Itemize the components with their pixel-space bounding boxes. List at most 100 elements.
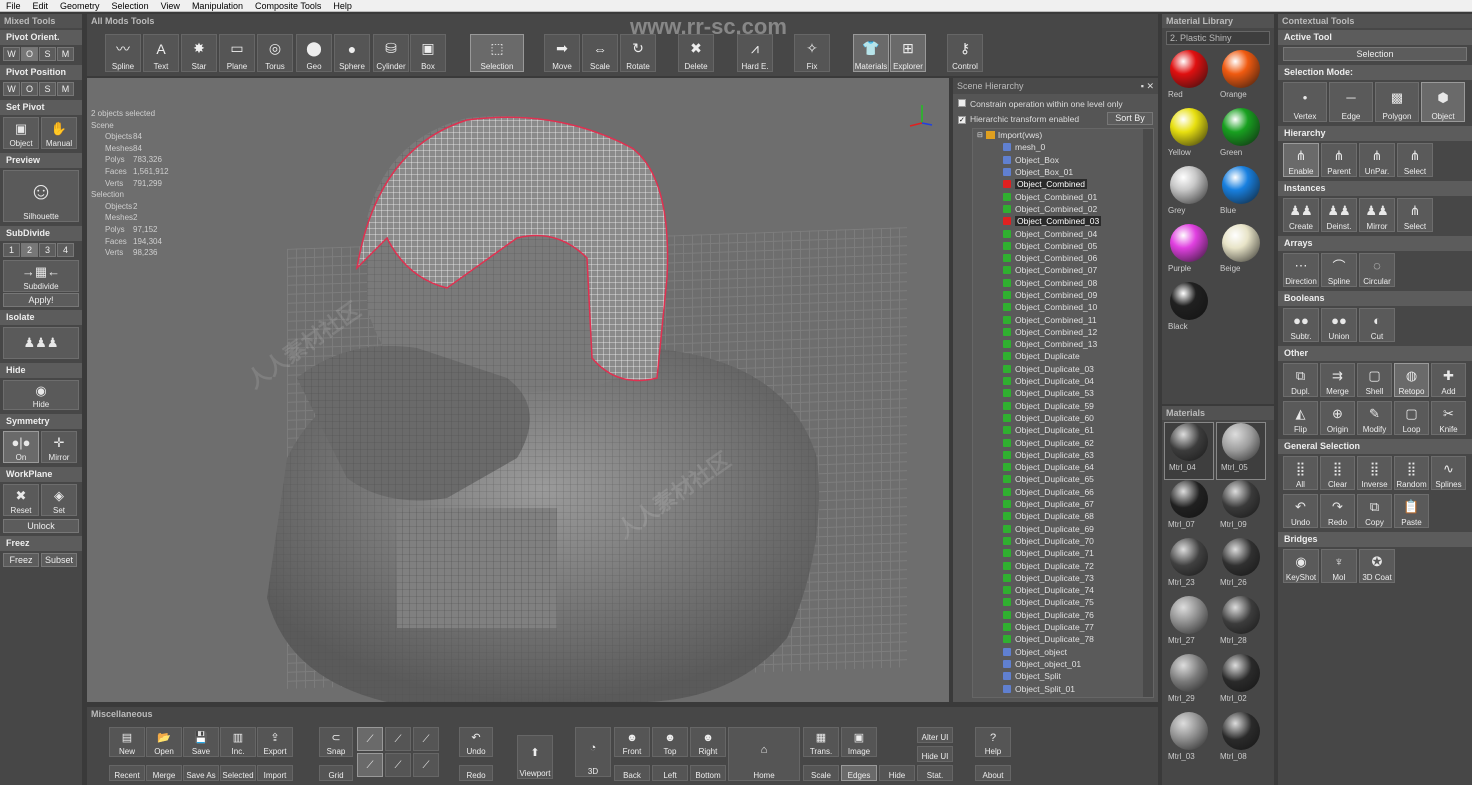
other1-shell-button[interactable]: ▢ Shell	[1357, 363, 1392, 397]
subset-button[interactable]: Subset	[41, 553, 77, 567]
file-export-button[interactable]: ⇪ Export	[257, 727, 293, 757]
symmetry-on-button[interactable]: ●|● On	[3, 431, 39, 463]
tree-item[interactable]: Object_Duplicate_71	[1003, 547, 1153, 559]
menu-edit[interactable]: Edit	[27, 0, 55, 12]
tree-item[interactable]: Object_Duplicate_67	[1003, 498, 1153, 510]
sort-by-button[interactable]: Sort By	[1107, 112, 1153, 125]
material-mtrl-23[interactable]: Mtrl_23	[1164, 538, 1214, 596]
toolbar-torus-button[interactable]: ◎ Torus	[257, 34, 293, 72]
pivot-position-m[interactable]: M	[57, 82, 74, 96]
tree-item[interactable]: Object_Duplicate_72	[1003, 559, 1153, 571]
swatch-yellow[interactable]: Yellow	[1164, 108, 1214, 166]
scale-button[interactable]: Scale	[803, 765, 839, 781]
selection_mode-vertex-button[interactable]: • Vertex	[1283, 82, 1327, 122]
arrays-spline-button[interactable]: ⌒ Spline	[1321, 253, 1357, 287]
tree-item[interactable]: Object_Duplicate_70	[1003, 535, 1153, 547]
workplane-reset-button[interactable]: ✖ Reset	[3, 484, 39, 516]
view-bottom-button[interactable]: Bottom	[690, 765, 726, 781]
toolbar-control-button[interactable]: ⚷ Control	[947, 34, 983, 72]
toolbar-spline-button[interactable]: 〰 Spline	[105, 34, 141, 72]
file-save-as-button[interactable]: Save As	[183, 765, 219, 781]
pivot-orient-s[interactable]: S	[39, 47, 56, 61]
selection_mode-object-button[interactable]: ⬢ Object	[1421, 82, 1465, 122]
close-icon[interactable]: ✕	[1146, 81, 1154, 91]
tree-item[interactable]: Object_Duplicate_61	[1003, 424, 1153, 436]
material-mtrl-26[interactable]: Mtrl_26	[1216, 538, 1266, 596]
file-new-button[interactable]: ▤ New	[109, 727, 145, 757]
other1-merge-button[interactable]: ⇉ Merge	[1320, 363, 1355, 397]
swatch-black[interactable]: Black	[1164, 282, 1214, 340]
tree-item[interactable]: Object_Combined	[1003, 178, 1153, 190]
bridges-3d-coat-button[interactable]: ✪ 3D Coat	[1359, 549, 1395, 583]
pivot-orient-m[interactable]: M	[57, 47, 74, 61]
toolbar-plane-button[interactable]: ▭ Plane	[219, 34, 255, 72]
trans-button[interactable]: ▦ Trans.	[803, 727, 839, 757]
tree-item[interactable]: Object_Duplicate_63	[1003, 449, 1153, 461]
menu-view[interactable]: View	[155, 0, 186, 12]
hier-transform-option[interactable]: ✓ Hierarchic transform enabled	[958, 112, 1079, 127]
other1-retopo-button[interactable]: ◍ Retopo	[1394, 363, 1429, 397]
tree-item[interactable]: Object_Combined_03	[1003, 215, 1153, 227]
material-mtrl-29[interactable]: Mtrl_29	[1164, 654, 1214, 712]
tree-item[interactable]: Object_Combined_05	[1003, 240, 1153, 252]
view-back-button[interactable]: Back	[614, 765, 650, 781]
general1-inverse-button[interactable]: ⣿ Inverse	[1357, 456, 1392, 490]
material-preset-select[interactable]: 2. Plastic Shiny	[1166, 31, 1270, 45]
constrain-option[interactable]: Constrain operation within one level onl…	[958, 97, 1153, 112]
bottom-hide-button[interactable]: Hide	[879, 765, 915, 781]
tree-item[interactable]: Object_Duplicate_64	[1003, 461, 1153, 473]
tree-item[interactable]: Object_Box_01	[1003, 166, 1153, 178]
material-mtrl-09[interactable]: Mtrl_09	[1216, 480, 1266, 538]
instances-create-button[interactable]: ♟♟ Create	[1283, 198, 1319, 232]
alter-ui-button[interactable]: Alter UI	[917, 727, 953, 743]
tree-item[interactable]: Object_Duplicate	[1003, 350, 1153, 362]
hierarchy-enable-button[interactable]: ⋔ Enable	[1283, 143, 1319, 177]
tree-item[interactable]: Object_Combined_11	[1003, 313, 1153, 325]
swatch-purple[interactable]: Purple	[1164, 224, 1214, 282]
tree-item[interactable]: Object_Duplicate_68	[1003, 510, 1153, 522]
swatch-red[interactable]: Red	[1164, 50, 1214, 108]
tree-item[interactable]: Object_Duplicate_65	[1003, 473, 1153, 485]
other2-origin-button[interactable]: ⊕ Origin	[1320, 401, 1355, 435]
toolbar-star-button[interactable]: ✸ Star	[181, 34, 217, 72]
view-right-button[interactable]: ☻ Right	[690, 727, 726, 757]
tree-item[interactable]: Object_Combined_02	[1003, 203, 1153, 215]
tree-item[interactable]: Object_Combined_09	[1003, 289, 1153, 301]
tree-item[interactable]: Object_Combined_12	[1003, 326, 1153, 338]
tree-item[interactable]: Object_Duplicate_53	[1003, 387, 1153, 399]
other2-knife-button[interactable]: ✂ Knife	[1431, 401, 1466, 435]
general2-redo-button[interactable]: ↷ Redo	[1320, 494, 1355, 528]
collapse-icon[interactable]: ⊟	[977, 131, 983, 139]
snap-mode-button[interactable]: ⟋	[413, 753, 439, 777]
snap-mode-button[interactable]: ⟋	[413, 727, 439, 751]
file-recent-button[interactable]: Recent	[109, 765, 145, 781]
tree-item[interactable]: Object_Duplicate_03	[1003, 363, 1153, 375]
arrays-direction-button[interactable]: ⋯ Direction	[1283, 253, 1319, 287]
selection_mode-polygon-button[interactable]: ▩ Polygon	[1375, 82, 1419, 122]
bridges-moi-button[interactable]: ♆ MoI	[1321, 549, 1357, 583]
tree-item[interactable]: Object_Duplicate_04	[1003, 375, 1153, 387]
tree-item[interactable]: Object_Combined_01	[1003, 190, 1153, 202]
menu-selection[interactable]: Selection	[106, 0, 155, 12]
general2-copy-button[interactable]: ⧉ Copy	[1357, 494, 1392, 528]
material-mtrl-05[interactable]: Mtrl_05	[1216, 422, 1266, 480]
3d-viewport[interactable]: 2 objects selected Scene Objects 84 Meshes…	[87, 78, 949, 702]
menu-file[interactable]: File	[0, 0, 27, 12]
view-left-button[interactable]: Left	[652, 765, 688, 781]
home-button[interactable]: ⌂ Home	[728, 727, 800, 781]
stat-button[interactable]: Stat.	[917, 765, 953, 781]
toolbar-materials-button[interactable]: 👕 Materials	[853, 34, 889, 72]
tree-item[interactable]: Object_Split_01	[1003, 682, 1153, 694]
tree-item[interactable]: Object_Combined_06	[1003, 252, 1153, 264]
subdivide-level-4[interactable]: 4	[57, 243, 74, 257]
grid-button[interactable]: Grid	[319, 765, 353, 781]
booleans-cut-button[interactable]: ◐ Cut	[1359, 308, 1395, 342]
freeze-button[interactable]: Freez	[3, 553, 39, 567]
tree-scrollbar[interactable]	[1143, 129, 1153, 697]
general2-paste-button[interactable]: 📋 Paste	[1394, 494, 1429, 528]
undo-button[interactable]: ↶ Undo	[459, 727, 493, 757]
snap-mode-button[interactable]: ⟋	[357, 753, 383, 777]
booleans-subtr-button[interactable]: ●● Subtr.	[1283, 308, 1319, 342]
toolbar-explorer-button[interactable]: ⊞ Explorer	[890, 34, 926, 72]
snap-mode-button[interactable]: ⟋	[385, 727, 411, 751]
